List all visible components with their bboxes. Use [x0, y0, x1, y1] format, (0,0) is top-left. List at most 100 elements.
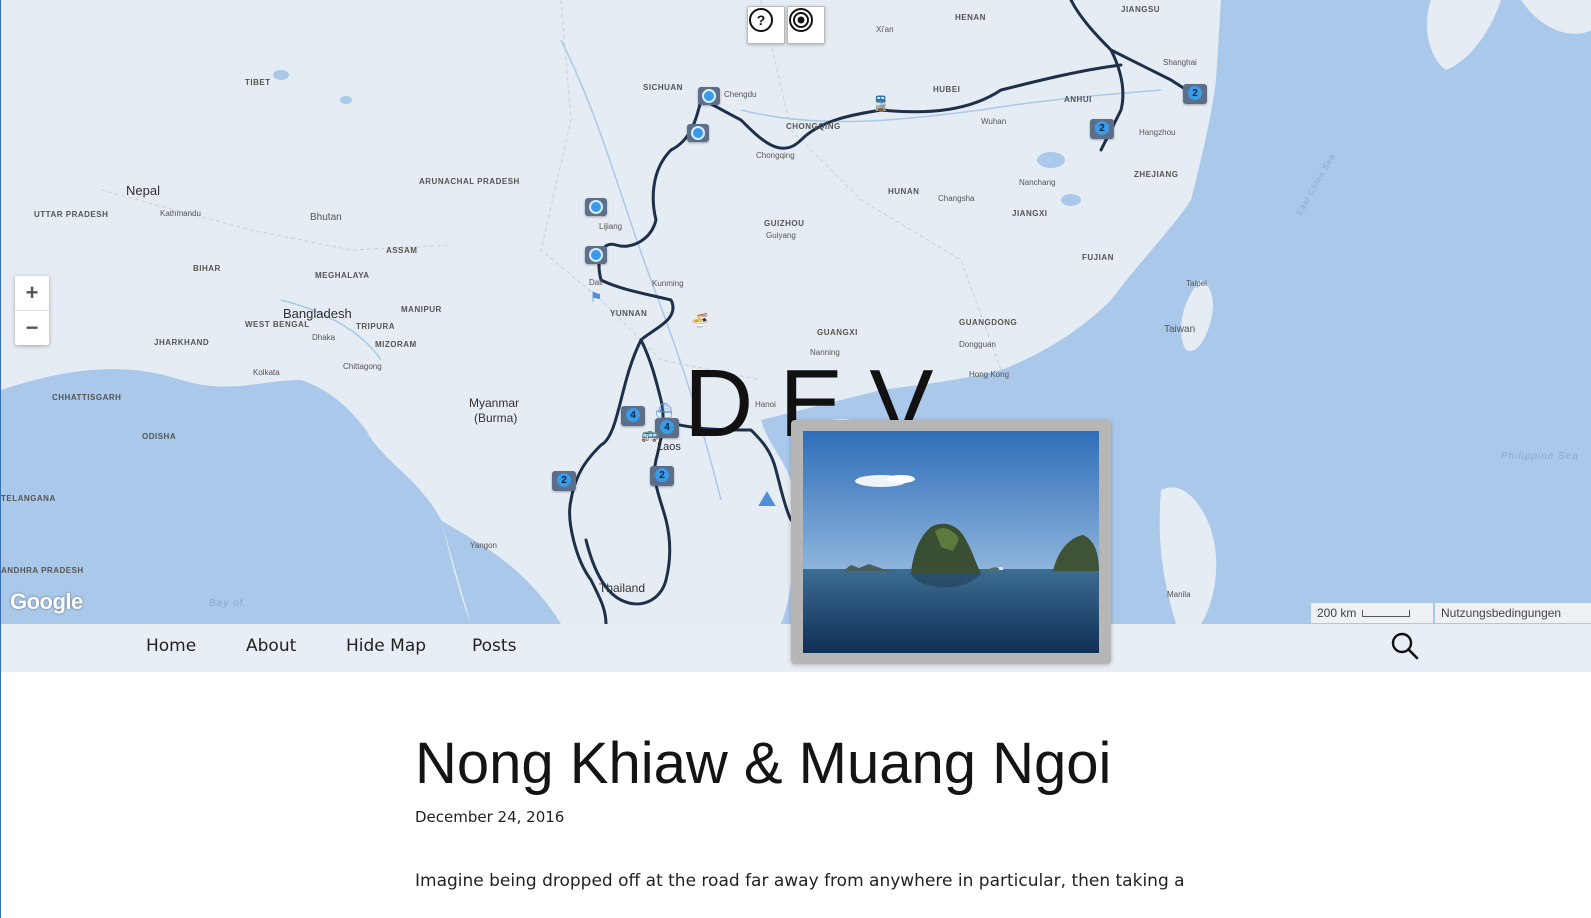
map-label-city: Guiyang	[766, 231, 796, 240]
map-label-city: Dali	[589, 278, 603, 287]
map-label-city: Chengdu	[724, 90, 757, 99]
map-label-city: Hong Kong	[969, 370, 1010, 379]
map-label-region: GUANGDONG	[959, 318, 1018, 327]
map-label-city: Xi'an	[876, 25, 894, 34]
map-label-region: UTTAR PRADESH	[34, 210, 109, 219]
map-label-region: HENAN	[955, 13, 986, 22]
map-label-region: SICHUAN	[643, 83, 683, 92]
map-label-city: Shanghai	[1163, 58, 1197, 67]
photo-marker[interactable]	[585, 198, 607, 216]
map-label-region: HUNAN	[888, 187, 920, 196]
map-label-region: JIANGSU	[1121, 5, 1161, 14]
map-scale-label: 200 km	[1317, 606, 1357, 620]
map-label-region: MANIPUR	[401, 305, 442, 314]
map-label-region: MEGHALAYA	[315, 271, 370, 280]
post-title[interactable]: Nong Khiaw & Muang Ngoi	[415, 730, 1111, 797]
nav-item-hide-map[interactable]: Hide Map	[346, 636, 426, 656]
google-logo: Google	[10, 589, 83, 614]
zoom-out-button[interactable]: −	[15, 310, 49, 345]
zoom-controls: + −	[15, 276, 49, 345]
map-label-region: ANHUI	[1064, 95, 1092, 104]
map-label-country: Bhutan	[310, 212, 342, 223]
map-label-region: ODISHA	[142, 432, 177, 441]
map-label-city: Lijiang	[599, 222, 623, 231]
map-scale[interactable]: 200 km	[1311, 603, 1433, 623]
map-label-region: FUJIAN	[1082, 253, 1114, 262]
map-label-country: Taiwan	[1164, 324, 1196, 335]
map-label-city: Chongqing	[756, 151, 795, 160]
map-label-region: GUIZHOU	[764, 219, 805, 228]
photo-cluster-marker[interactable]: 2	[650, 466, 674, 486]
map-label-region: GUANGXI	[817, 328, 858, 337]
header-photo[interactable]	[791, 420, 1111, 664]
map-label-city: Nanchang	[1019, 178, 1056, 187]
map-label-city: Kunming	[652, 279, 684, 288]
terms-link[interactable]: Nutzungsbedingungen	[1435, 603, 1591, 623]
map-label-country: Laos	[657, 441, 681, 453]
signpost-icon[interactable]: ⚑	[587, 288, 605, 306]
map-label-city: Chittagong	[343, 362, 382, 371]
map-label-city: Changsha	[938, 194, 975, 203]
food-bowl-icon[interactable]: 🍜	[691, 311, 709, 329]
svg-text:?: ?	[757, 12, 766, 28]
cluster-count: 2	[1095, 121, 1109, 135]
post-date[interactable]: December 24, 2016	[415, 808, 564, 826]
map-label-city: Manila	[1167, 590, 1191, 599]
search-icon[interactable]	[1389, 630, 1421, 662]
map-label-region: HUBEI	[933, 85, 961, 94]
target-icon	[789, 8, 813, 32]
map-label-region: YUNNAN	[610, 309, 648, 318]
map-label-region: ASSAM	[386, 246, 418, 255]
map-label-city: Hangzhou	[1139, 128, 1176, 137]
map-label-region: ANDHRA PRADESH	[1, 566, 84, 575]
map-label-region: ZHEJIANG	[1134, 170, 1179, 179]
halong-bay-photo	[803, 431, 1099, 653]
post-excerpt: Imagine being dropped off at the road fa…	[415, 871, 1185, 891]
map-label-region: CHONGQING	[786, 122, 841, 131]
photo-cluster-marker[interactable]: 2	[552, 471, 576, 491]
map-label-region: JHARKHAND	[154, 338, 210, 347]
help-button[interactable]: ?	[747, 6, 785, 44]
map-label-sea: Philippine Sea	[1501, 451, 1579, 462]
map-label-city: Yangon	[470, 541, 497, 550]
zoom-in-button[interactable]: +	[15, 276, 49, 310]
map-label-city: Wuhan	[981, 117, 1007, 126]
cluster-count: 4	[660, 420, 674, 434]
map-label-region: MIZORAM	[375, 340, 417, 349]
photo-marker[interactable]	[698, 87, 720, 105]
photo-marker[interactable]	[585, 246, 607, 264]
map-label-region: JIANGXI	[1012, 209, 1048, 218]
map-label-region: TIBET	[245, 78, 271, 87]
photo-cluster-marker[interactable]: 2	[1183, 84, 1207, 104]
map-label-sea: Bay of	[209, 598, 244, 609]
map-label-country: Bangladesh	[283, 306, 352, 321]
photo-marker[interactable]	[687, 124, 709, 142]
map-label-region: CHHATTISGARH	[52, 393, 122, 402]
map-label-region: WEST BENGAL	[245, 320, 310, 329]
map-label-city: Taipei	[1186, 279, 1207, 288]
cluster-count: 2	[655, 468, 669, 482]
map-label-city: Dongguan	[959, 340, 996, 349]
map-label-country: Myanmar	[469, 396, 520, 410]
map-label-region: TRIPURA	[356, 322, 396, 331]
map-label-region: ARUNACHAL PRADESH	[419, 177, 520, 186]
photo-cluster-marker[interactable]: 2	[1090, 119, 1114, 139]
map-label-city: Dhaka	[312, 333, 336, 342]
cluster-count: 2	[1188, 86, 1202, 100]
mountain-icon[interactable]: ⛰	[758, 486, 776, 511]
question-circle-icon: ?	[749, 8, 773, 32]
map-label-region: BIHAR	[193, 264, 221, 273]
bus-icon[interactable]: 🚌	[641, 425, 659, 443]
map-label-city: Kathmandu	[160, 209, 201, 218]
boat-icon[interactable]: ⛴	[655, 401, 673, 419]
map-label-country: Thailand	[599, 581, 646, 595]
train-icon[interactable]: 🚆	[872, 94, 890, 112]
nav-item-posts[interactable]: Posts	[472, 636, 516, 656]
photo-cluster-marker[interactable]: 4	[621, 406, 645, 426]
nav-item-about[interactable]: About	[246, 636, 296, 656]
cluster-count: 4	[626, 408, 640, 422]
locate-button[interactable]	[787, 6, 825, 44]
map-label-region: TELANGANA	[1, 494, 56, 503]
nav-item-home[interactable]: Home	[146, 636, 196, 656]
map-label-city: Kolkata	[253, 368, 280, 377]
